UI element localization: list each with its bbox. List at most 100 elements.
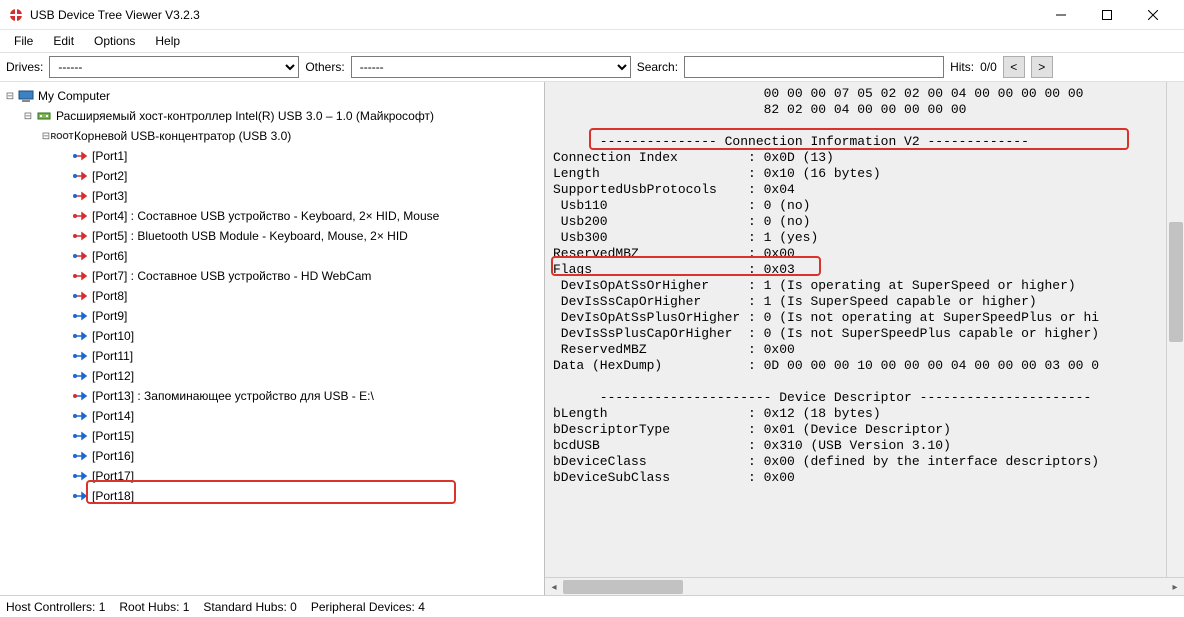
tree-port-label: [Port14] [92, 409, 134, 423]
tree-spacer [58, 170, 70, 182]
tree-port-4[interactable]: [Port4] : Составное USB устройство - Key… [58, 206, 544, 226]
window-title: USB Device Tree Viewer V3.2.3 [30, 8, 200, 22]
tree-port-label: [Port15] [92, 429, 134, 443]
tree-port-label: [Port13] : Запоминающее устройство для U… [92, 389, 374, 403]
drives-label: Drives: [6, 60, 43, 74]
tree-port-13[interactable]: [Port13] : Запоминающее устройство для U… [58, 386, 544, 406]
detail-text[interactable]: 00 00 00 07 05 02 02 00 04 00 00 00 00 0… [545, 82, 1184, 577]
tree-port-15[interactable]: [Port15] [58, 426, 544, 446]
app-icon [8, 7, 24, 23]
tree-port-label: [Port5] : Bluetooth USB Module - Keyboar… [92, 229, 408, 243]
collapse-icon[interactable]: ⊟ [4, 90, 16, 102]
tree-spacer [58, 410, 70, 422]
statusbar: Host Controllers: 1 Root Hubs: 1 Standar… [0, 595, 1184, 617]
tree-port-7[interactable]: [Port7] : Составное USB устройство - HD … [58, 266, 544, 286]
tree-spacer [58, 450, 70, 462]
menu-edit[interactable]: Edit [45, 32, 82, 50]
collapse-icon[interactable]: ⊟ [22, 110, 34, 122]
search-input[interactable] [684, 56, 944, 78]
tree-port-10[interactable]: [Port10] [58, 326, 544, 346]
menu-help[interactable]: Help [147, 32, 188, 50]
usb-port-icon [72, 288, 88, 304]
tree-port-label: [Port4] : Составное USB устройство - Key… [92, 209, 439, 223]
tree-spacer [58, 430, 70, 442]
tree-port-label: [Port6] [92, 249, 127, 263]
tree-root[interactable]: ⊟ My Computer [4, 86, 544, 106]
tree-spacer [58, 330, 70, 342]
tree-spacer [58, 270, 70, 282]
titlebar: USB Device Tree Viewer V3.2.3 [0, 0, 1184, 30]
device-tree-pane[interactable]: ⊟ My Computer ⊟ Расширяемый хост-контрол… [0, 82, 545, 595]
usb-device-icon [72, 228, 88, 244]
tree-port-label: [Port17] [92, 469, 134, 483]
hits-label: Hits: [950, 60, 974, 74]
tree-port-6[interactable]: [Port6] [58, 246, 544, 266]
tree-controller[interactable]: ⊟ Расширяемый хост-контроллер Intel(R) U… [22, 106, 544, 126]
tree-spacer [58, 470, 70, 482]
controller-icon [36, 108, 52, 124]
usb-port-icon [72, 448, 88, 464]
drives-select[interactable]: ------ [49, 56, 299, 78]
scroll-right-arrow[interactable]: ▸ [1166, 578, 1184, 595]
tree-port-label: [Port12] [92, 369, 134, 383]
next-hit-button[interactable]: > [1031, 56, 1053, 78]
scrollbar-thumb[interactable] [1169, 222, 1183, 342]
usb-port-icon [72, 328, 88, 344]
tree-port-16[interactable]: [Port16] [58, 446, 544, 466]
tree-port-label: [Port16] [92, 449, 134, 463]
tree-port-label: [Port2] [92, 169, 127, 183]
tree-port-1[interactable]: [Port1] [58, 146, 544, 166]
tree-spacer [58, 370, 70, 382]
menu-file[interactable]: File [6, 32, 41, 50]
status-std-hubs: Standard Hubs: 0 [203, 600, 296, 614]
usb-port-icon [72, 248, 88, 264]
tree-spacer [58, 190, 70, 202]
scrollbar-thumb[interactable] [563, 580, 683, 594]
tree-port-18[interactable]: [Port18] [58, 486, 544, 506]
usb-device-icon [72, 388, 88, 404]
tree-port-label: [Port8] [92, 289, 127, 303]
usb-port-icon [72, 488, 88, 504]
tree-port-label: [Port11] [92, 349, 133, 363]
tree-spacer [58, 350, 70, 362]
tree-port-9[interactable]: [Port9] [58, 306, 544, 326]
tree-port-label: [Port9] [92, 309, 127, 323]
tree-port-label: [Port7] : Составное USB устройство - HD … [92, 269, 371, 283]
others-select[interactable]: ------ [351, 56, 631, 78]
tree-spacer [58, 150, 70, 162]
tree-port-3[interactable]: [Port3] [58, 186, 544, 206]
tree-port-2[interactable]: [Port2] [58, 166, 544, 186]
tree-port-11[interactable]: [Port11] [58, 346, 544, 366]
status-host-controllers: Host Controllers: 1 [6, 600, 105, 614]
maximize-button[interactable] [1084, 0, 1130, 30]
close-button[interactable] [1130, 0, 1176, 30]
usb-port-icon [72, 468, 88, 484]
usb-port-icon [72, 348, 88, 364]
scroll-left-arrow[interactable]: ◂ [545, 578, 563, 595]
tree-spacer [58, 310, 70, 322]
usb-device-icon [72, 268, 88, 284]
usb-device-icon [72, 208, 88, 224]
tree-spacer [58, 230, 70, 242]
tree-port-5[interactable]: [Port5] : Bluetooth USB Module - Keyboar… [58, 226, 544, 246]
tree-port-8[interactable]: [Port8] [58, 286, 544, 306]
tree-root-hub[interactable]: ⊟ ROOT Корневой USB-концентратор (USB 3.… [40, 126, 544, 146]
prev-hit-button[interactable]: < [1003, 56, 1025, 78]
horizontal-scrollbar[interactable]: ◂ ▸ [545, 577, 1184, 595]
tree-spacer [58, 490, 70, 502]
tree-port-14[interactable]: [Port14] [58, 406, 544, 426]
search-label: Search: [637, 60, 678, 74]
vertical-scrollbar[interactable] [1166, 82, 1184, 577]
usb-port-icon [72, 308, 88, 324]
tree-port-label: [Port10] [92, 329, 134, 343]
minimize-button[interactable] [1038, 0, 1084, 30]
menubar: File Edit Options Help [0, 30, 1184, 52]
tree-spacer [58, 390, 70, 402]
status-peripheral: Peripheral Devices: 4 [311, 600, 425, 614]
tree-port-12[interactable]: [Port12] [58, 366, 544, 386]
hits-value: 0/0 [980, 60, 997, 74]
tree-port-label: [Port18] [92, 489, 134, 503]
tree-port-label: [Port1] [92, 149, 127, 163]
menu-options[interactable]: Options [86, 32, 143, 50]
tree-port-17[interactable]: [Port17] [58, 466, 544, 486]
